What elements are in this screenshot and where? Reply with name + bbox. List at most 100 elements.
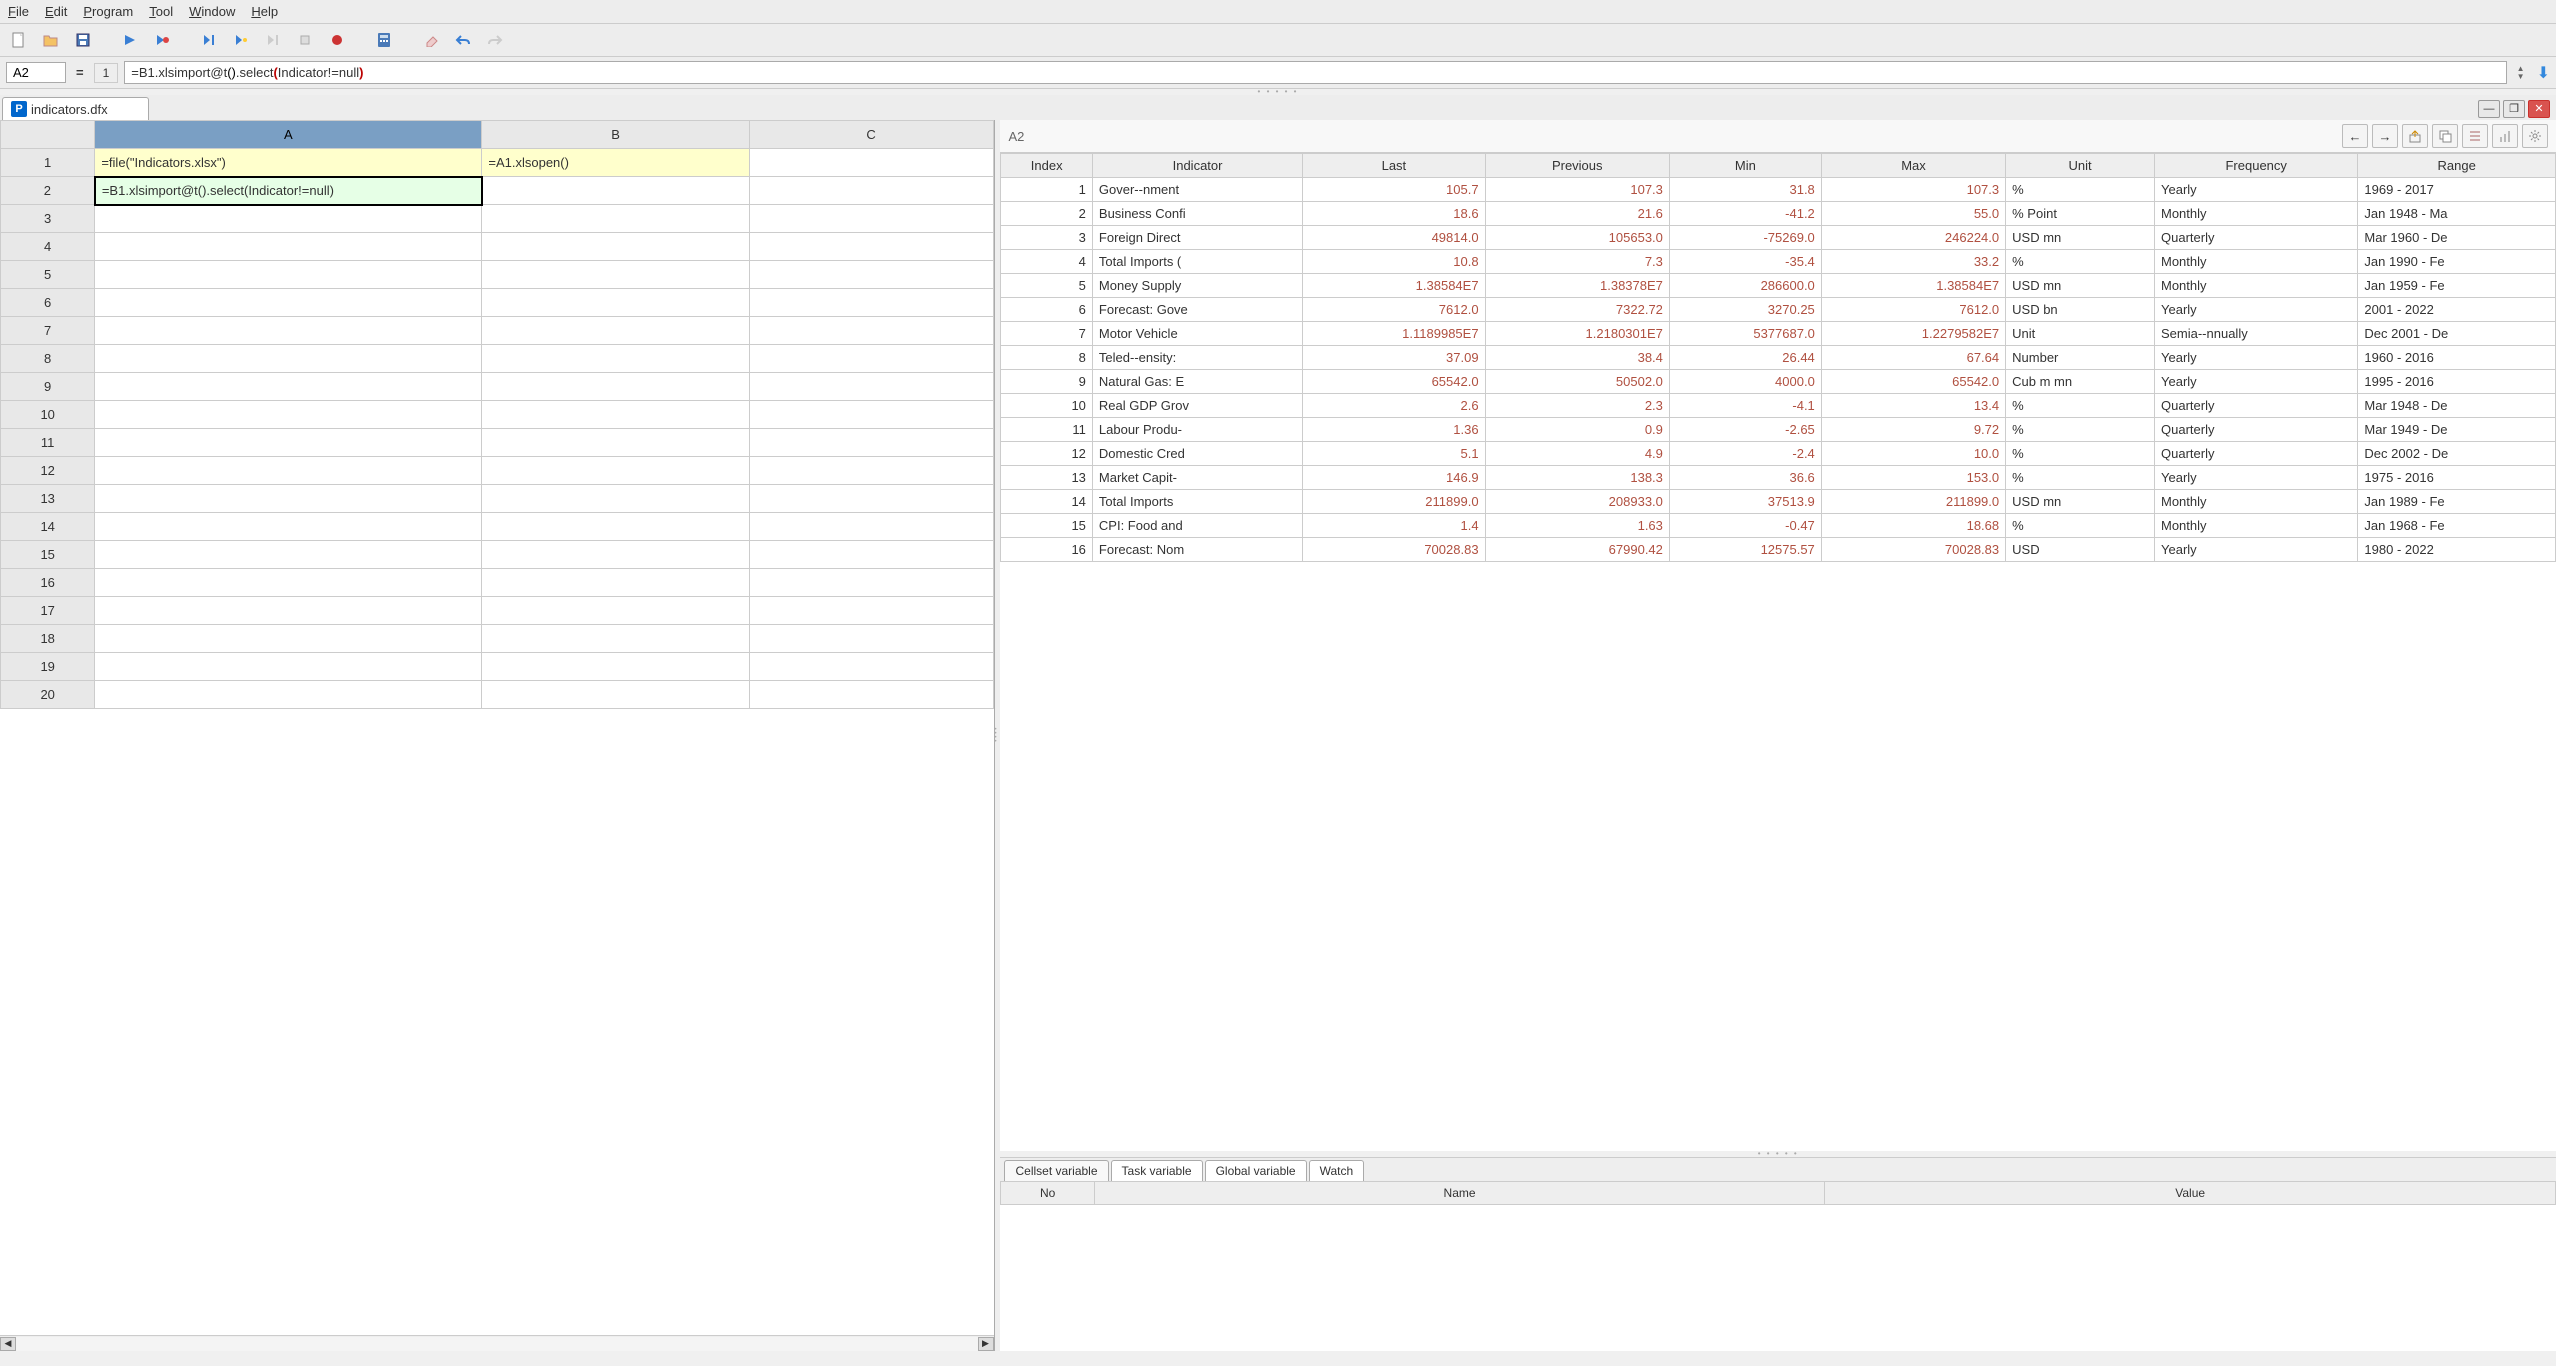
cell-A13[interactable] xyxy=(95,485,482,513)
table-row[interactable]: 9Natural Gas: E65542.050502.04000.065542… xyxy=(1001,370,2556,394)
document-tab[interactable]: P indicators.dfx xyxy=(2,97,149,120)
cell-B9[interactable] xyxy=(482,373,749,401)
cell-C2[interactable] xyxy=(749,177,993,205)
cell-C12[interactable] xyxy=(749,457,993,485)
result-table-container[interactable]: IndexIndicatorLastPreviousMinMaxUnitFreq… xyxy=(1000,153,2556,1151)
cell-B6[interactable] xyxy=(482,289,749,317)
menu-program[interactable]: Program xyxy=(83,4,133,19)
cell-B8[interactable] xyxy=(482,345,749,373)
cell-A5[interactable] xyxy=(95,261,482,289)
row-header[interactable]: 8 xyxy=(1,345,95,373)
cell-A17[interactable] xyxy=(95,597,482,625)
row-header[interactable]: 9 xyxy=(1,373,95,401)
row-header[interactable]: 15 xyxy=(1,541,95,569)
col-header-A[interactable]: A xyxy=(95,121,482,149)
formula-input[interactable]: =B1.xlsimport@t().select(Indicator!=null… xyxy=(124,61,2506,84)
var-col-no[interactable]: No xyxy=(1001,1182,1094,1205)
table-row[interactable]: 12Domestic Cred5.14.9-2.410.0%QuarterlyD… xyxy=(1001,442,2556,466)
cell-B20[interactable] xyxy=(482,681,749,709)
table-row[interactable]: 11Labour Produ-1.360.9-2.659.72%Quarterl… xyxy=(1001,418,2556,442)
data-col-min[interactable]: Min xyxy=(1669,154,1821,178)
chart-icon[interactable] xyxy=(2492,124,2518,148)
cell-B4[interactable] xyxy=(482,233,749,261)
menu-tool[interactable]: Tool xyxy=(149,4,173,19)
open-file-icon[interactable] xyxy=(42,31,60,49)
cell-A18[interactable] xyxy=(95,625,482,653)
cell-A6[interactable] xyxy=(95,289,482,317)
cell-C6[interactable] xyxy=(749,289,993,317)
row-header[interactable]: 1 xyxy=(1,149,95,177)
table-row[interactable]: 10Real GDP Grov2.62.3-4.113.4%QuarterlyM… xyxy=(1001,394,2556,418)
cell-B2[interactable] xyxy=(482,177,749,205)
horizontal-scrollbar[interactable]: ◀ ▶ xyxy=(0,1335,994,1351)
result-table[interactable]: IndexIndicatorLastPreviousMinMaxUnitFreq… xyxy=(1000,153,2556,562)
cell-A4[interactable] xyxy=(95,233,482,261)
row-header[interactable]: 6 xyxy=(1,289,95,317)
table-row[interactable]: 15CPI: Food and1.41.63-0.4718.68%Monthly… xyxy=(1001,514,2556,538)
cell-C11[interactable] xyxy=(749,429,993,457)
row-header[interactable]: 4 xyxy=(1,233,95,261)
pause-icon[interactable] xyxy=(296,31,314,49)
cell-A12[interactable] xyxy=(95,457,482,485)
cell-B1[interactable]: =A1.xlsopen() xyxy=(482,149,749,177)
copy-icon[interactable] xyxy=(2432,124,2458,148)
tab-watch[interactable]: Watch xyxy=(1309,1160,1365,1181)
nav-back-icon[interactable]: ← xyxy=(2342,124,2368,148)
row-header[interactable]: 20 xyxy=(1,681,95,709)
row-header[interactable]: 14 xyxy=(1,513,95,541)
table-row[interactable]: 2Business Confi18.621.6-41.255.0% PointM… xyxy=(1001,202,2556,226)
cell-A11[interactable] xyxy=(95,429,482,457)
minimize-button[interactable]: — xyxy=(2478,100,2500,118)
table-row[interactable]: 6Forecast: Gove7612.07322.723270.257612.… xyxy=(1001,298,2556,322)
undo-icon[interactable] xyxy=(454,31,472,49)
cell-C4[interactable] xyxy=(749,233,993,261)
cell-C15[interactable] xyxy=(749,541,993,569)
row-header[interactable]: 13 xyxy=(1,485,95,513)
cell-B15[interactable] xyxy=(482,541,749,569)
tab-global-variable[interactable]: Global variable xyxy=(1205,1160,1307,1181)
menu-help[interactable]: Help xyxy=(251,4,278,19)
row-header[interactable]: 11 xyxy=(1,429,95,457)
row-header[interactable]: 7 xyxy=(1,317,95,345)
cell-C14[interactable] xyxy=(749,513,993,541)
cell-A8[interactable] xyxy=(95,345,482,373)
row-header[interactable]: 17 xyxy=(1,597,95,625)
corner-cell[interactable] xyxy=(1,121,95,149)
calculator-icon[interactable] xyxy=(375,31,393,49)
cell-B14[interactable] xyxy=(482,513,749,541)
stop-icon[interactable] xyxy=(328,31,346,49)
cell-A20[interactable] xyxy=(95,681,482,709)
table-row[interactable]: 13Market Capit-146.9138.336.6153.0%Yearl… xyxy=(1001,466,2556,490)
data-col-frequency[interactable]: Frequency xyxy=(2155,154,2358,178)
tab-cellset-variable[interactable]: Cellset variable xyxy=(1004,1160,1108,1181)
cell-A2[interactable]: =B1.xlsimport@t().select(Indicator!=null… xyxy=(95,177,482,205)
nav-forward-icon[interactable]: → xyxy=(2372,124,2398,148)
cell-C17[interactable] xyxy=(749,597,993,625)
cell-B7[interactable] xyxy=(482,317,749,345)
data-col-max[interactable]: Max xyxy=(1821,154,2005,178)
table-row[interactable]: 16Forecast: Nom70028.8367990.4212575.577… xyxy=(1001,538,2556,562)
cell-A16[interactable] xyxy=(95,569,482,597)
cell-B16[interactable] xyxy=(482,569,749,597)
cell-A10[interactable] xyxy=(95,401,482,429)
cell-C1[interactable] xyxy=(749,149,993,177)
table-row[interactable]: 3Foreign Direct49814.0105653.0-75269.024… xyxy=(1001,226,2556,250)
var-col-name[interactable]: Name xyxy=(1094,1182,1825,1205)
cell-B13[interactable] xyxy=(482,485,749,513)
list-view-icon[interactable] xyxy=(2462,124,2488,148)
step-out-icon[interactable] xyxy=(264,31,282,49)
scroll-right-icon[interactable]: ▶ xyxy=(978,1337,994,1351)
cell-A9[interactable] xyxy=(95,373,482,401)
grid-container[interactable]: A B C 1=file("Indicators.xlsx")=A1.xlsop… xyxy=(0,120,994,1335)
row-header[interactable]: 16 xyxy=(1,569,95,597)
debug-icon[interactable] xyxy=(153,31,171,49)
cell-C8[interactable] xyxy=(749,345,993,373)
cellset-grid[interactable]: A B C 1=file("Indicators.xlsx")=A1.xlsop… xyxy=(0,120,994,709)
formula-spinner[interactable]: ▲ ▼ xyxy=(2517,65,2525,81)
row-header[interactable]: 10 xyxy=(1,401,95,429)
scroll-track[interactable] xyxy=(16,1337,978,1351)
scroll-left-icon[interactable]: ◀ xyxy=(0,1337,16,1351)
row-header[interactable]: 5 xyxy=(1,261,95,289)
row-header[interactable]: 3 xyxy=(1,205,95,233)
table-row[interactable]: 14Total Imports211899.0208933.037513.921… xyxy=(1001,490,2556,514)
